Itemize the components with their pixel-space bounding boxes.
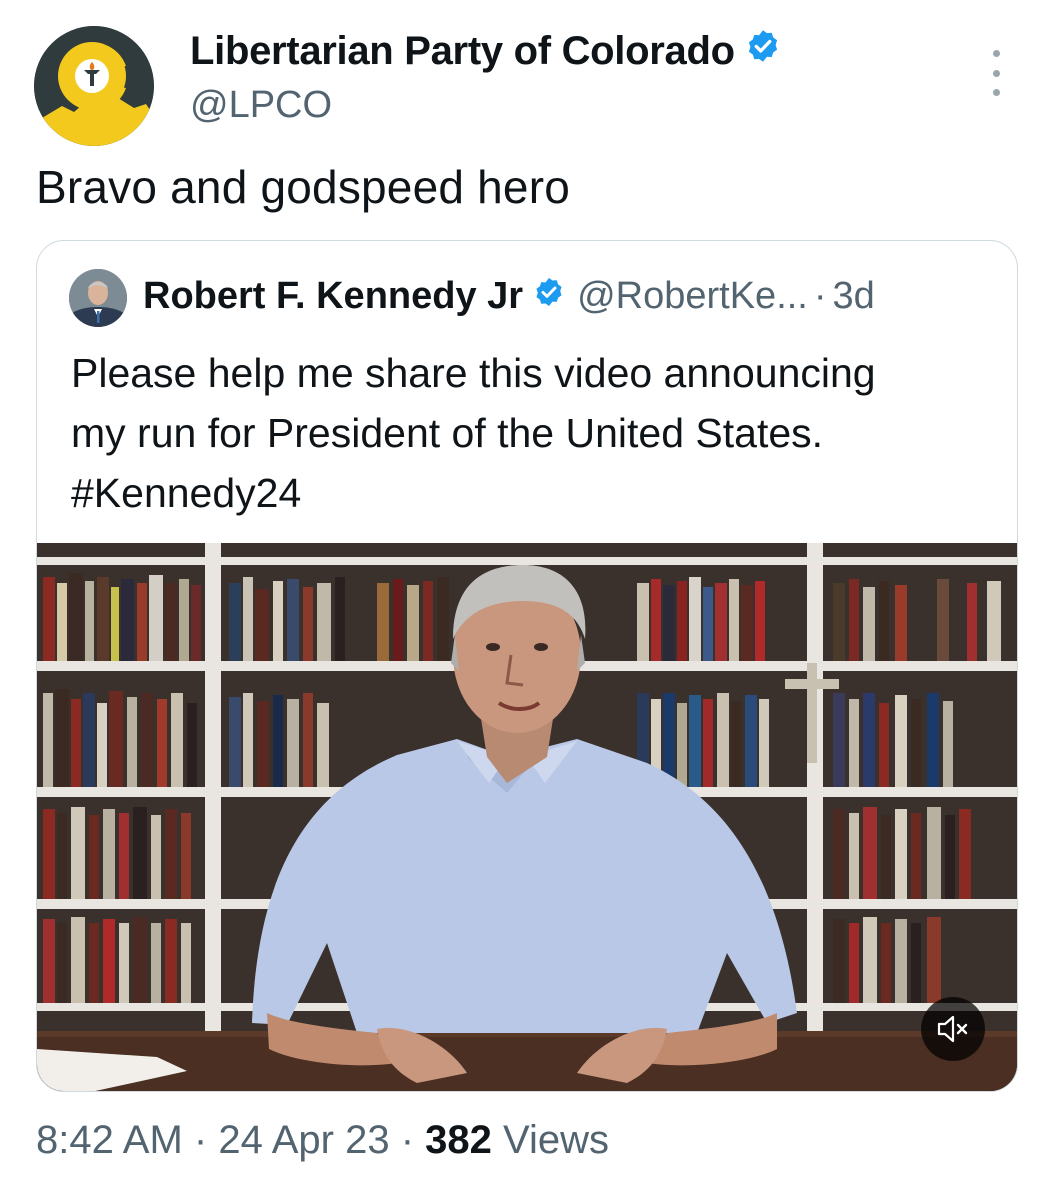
portrait-avatar-icon [69, 269, 127, 327]
verified-badge-icon [745, 28, 781, 74]
quote-author-name[interactable]: Robert F. Kennedy Jr [143, 275, 523, 318]
tweet-text: Bravo and godspeed hero [36, 161, 571, 213]
quote-text: Please help me share this video announci… [71, 343, 991, 523]
views-label[interactable]: Views [503, 1118, 609, 1162]
separator-dot: · [400, 1118, 415, 1162]
separator-dot: · [813, 275, 827, 317]
quoted-tweet-card[interactable]: Robert F. Kennedy Jr @RobertKe... · 3d P… [36, 240, 1018, 1092]
quote-age[interactable]: 3d [833, 275, 875, 318]
mute-toggle-button[interactable] [921, 997, 985, 1061]
author-name-text[interactable]: Libertarian Party of Colorado [190, 29, 735, 74]
hashtag-link[interactable]: #Kennedy24 [71, 463, 991, 523]
author-avatar[interactable] [34, 26, 154, 146]
quote-author-avatar[interactable] [69, 269, 127, 327]
muted-speaker-icon [937, 1015, 968, 1043]
lpco-logo-icon [34, 26, 154, 146]
author-handle[interactable]: @LPCO [190, 84, 332, 127]
tweet-metadata: 8:42 AM · 24 Apr 23 · 382 Views [36, 1118, 609, 1163]
video-frame-image [37, 543, 1017, 1091]
timestamp-date[interactable]: 24 Apr 23 [218, 1118, 389, 1162]
author-name[interactable]: Libertarian Party of Colorado [190, 28, 781, 74]
video-player[interactable] [37, 543, 1017, 1091]
quote-text-line: Please help me share this video announci… [71, 350, 876, 396]
separator-dot: · [193, 1118, 208, 1162]
views-count[interactable]: 382 [425, 1118, 492, 1162]
verified-badge-icon [533, 275, 565, 318]
quote-text-line: my run for President of the United State… [71, 410, 824, 456]
timestamp-time[interactable]: 8:42 AM [36, 1118, 183, 1162]
quote-author-handle[interactable]: @RobertKe... [577, 275, 808, 318]
more-options-icon[interactable] [984, 50, 1008, 96]
